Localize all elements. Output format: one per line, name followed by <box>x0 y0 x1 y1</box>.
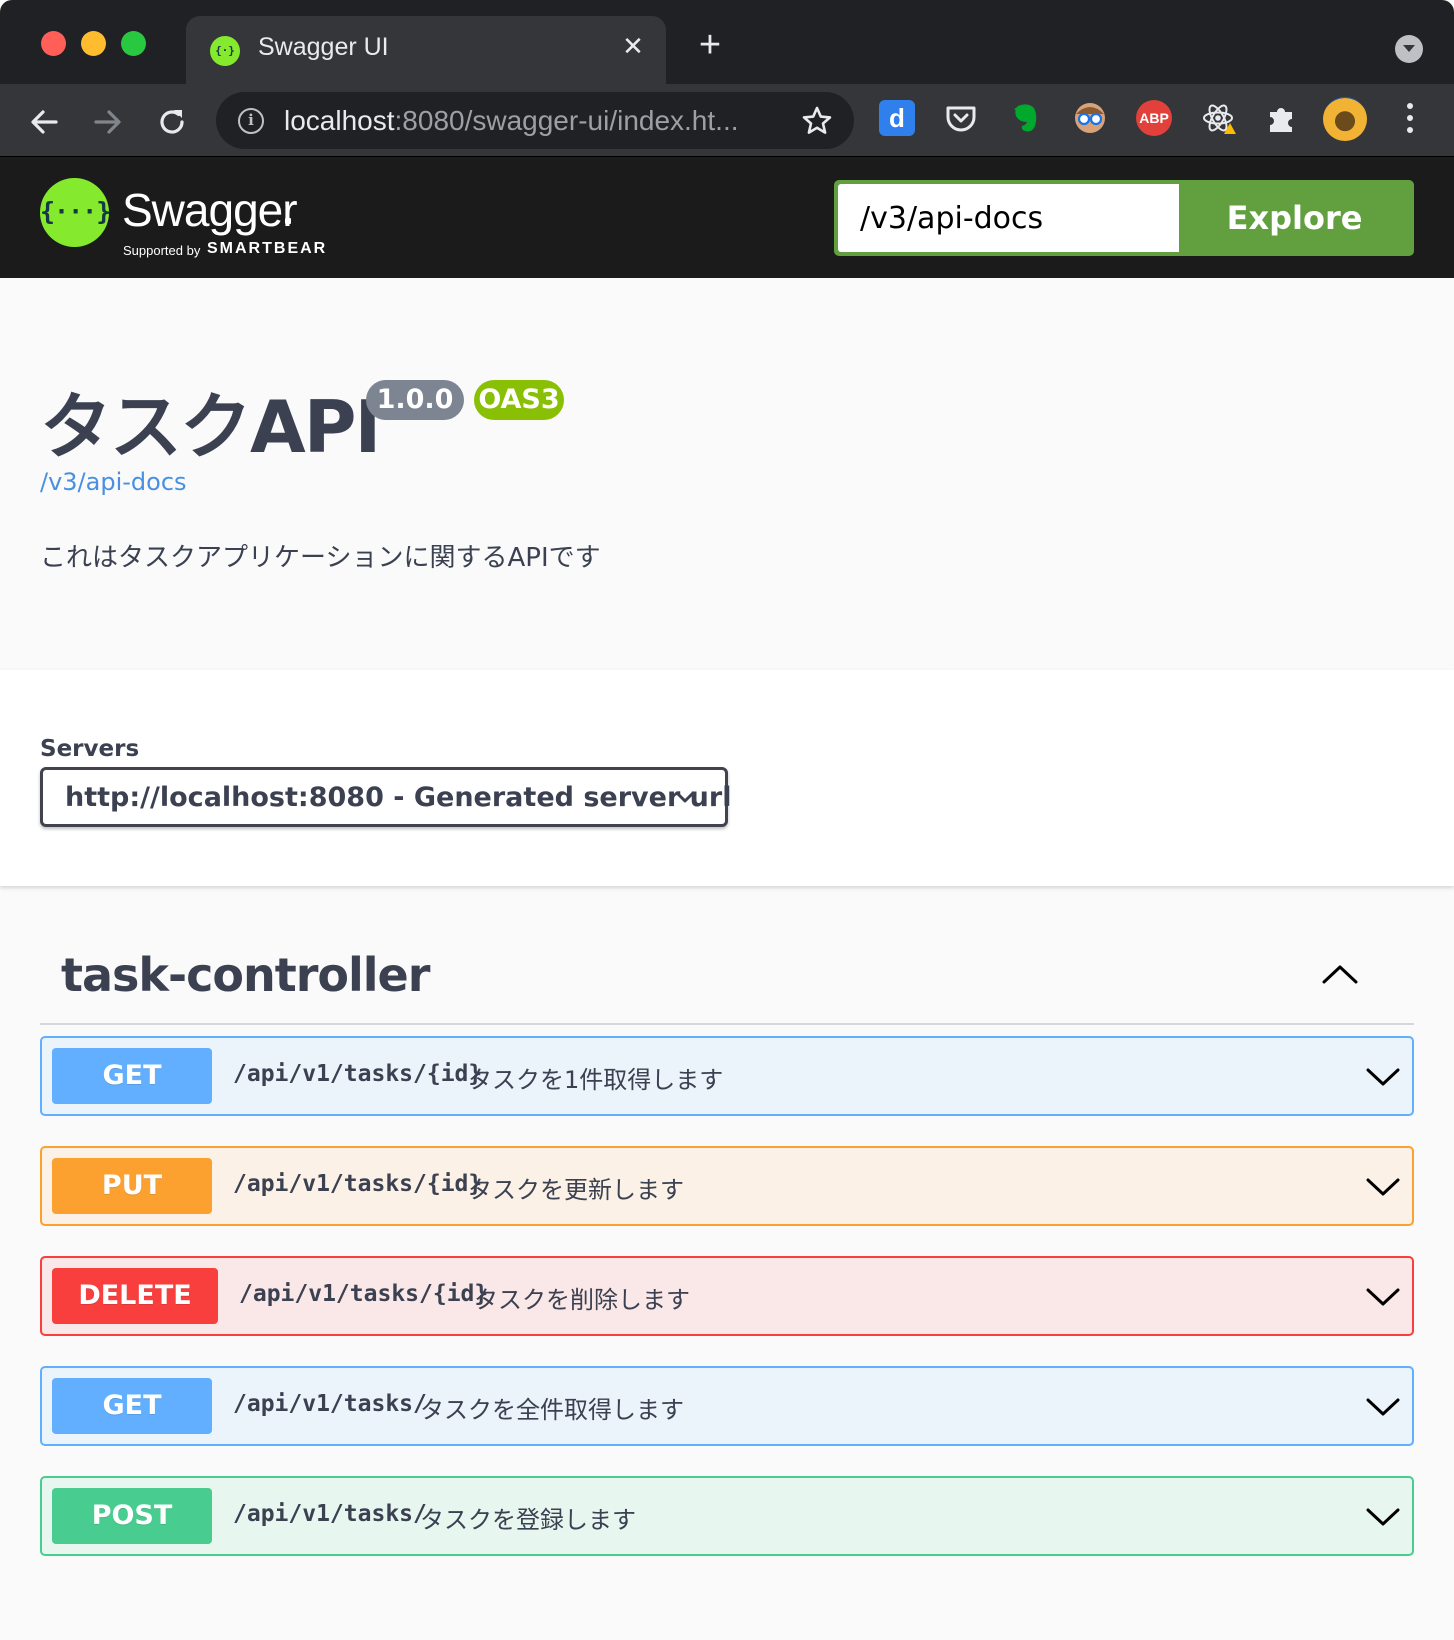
swagger-logo-text: Swagger <box>122 184 298 236</box>
supported-by-text: Supported by <box>123 243 201 258</box>
evernote-icon[interactable] <box>1008 100 1044 136</box>
new-tab-button[interactable]: + <box>690 26 730 67</box>
tab-title: Swagger UI <box>258 33 389 61</box>
explore-form: Explore <box>834 180 1414 256</box>
operation-post-task[interactable]: POST /api/v1/tasks/ タスクを登録します <box>40 1476 1414 1556</box>
elephant-icon <box>1014 104 1037 132</box>
tab-search-button[interactable] <box>1395 35 1423 63</box>
operation-path: /api/v1/tasks/{id} <box>233 1171 483 1197</box>
explore-button[interactable]: Explore <box>1179 184 1410 252</box>
method-badge: POST <box>52 1488 212 1544</box>
extension-d-icon[interactable]: d <box>879 100 915 136</box>
chevron-down-icon <box>1366 1398 1400 1416</box>
pocket-shape-icon <box>946 106 976 132</box>
face-glasses-icon <box>1075 103 1105 133</box>
arrow-right-icon <box>94 110 121 134</box>
minimize-window-button[interactable] <box>81 31 106 56</box>
version-badge: 1.0.0 <box>366 380 464 420</box>
reload-icon <box>160 110 184 134</box>
address-bar-url[interactable]: localhost:8080/swagger-ui/index.ht... <box>284 105 784 137</box>
browser-menu-icon[interactable] <box>1398 100 1422 136</box>
swagger-favicon-icon: {·} <box>210 36 240 66</box>
servers-selected-value: http://localhost:8080 - Generated server… <box>65 782 732 813</box>
tag-name: task-controller <box>61 948 430 1002</box>
arrow-left-icon <box>31 110 58 134</box>
atom-icon <box>1203 104 1236 134</box>
address-bar[interactable]: i localhost:8080/swagger-ui/index.ht... <box>216 92 854 149</box>
method-badge: PUT <box>52 1158 212 1214</box>
servers-label: Servers <box>40 736 140 762</box>
operation-path: /api/v1/tasks/{id} <box>239 1281 489 1307</box>
chevron-down-icon <box>1366 1178 1400 1196</box>
operation-path: /api/v1/tasks/ <box>233 1501 427 1527</box>
tab-strip: {·} Swagger UI ✕ + <box>0 0 1454 84</box>
profile-avatar[interactable] <box>1323 97 1367 141</box>
react-devtools-icon[interactable] <box>1200 100 1236 136</box>
back-button[interactable] <box>24 102 64 142</box>
method-badge: GET <box>52 1378 212 1434</box>
operation-summary: タスクを1件取得します <box>468 1066 724 1094</box>
glasses-icon[interactable] <box>1072 100 1108 136</box>
logo-dot <box>285 218 291 224</box>
site-info-icon[interactable]: i <box>238 108 264 134</box>
operation-summary: タスクを全件取得します <box>420 1396 684 1424</box>
swagger-topbar: {···} Swagger Supported by SMARTBEAR Exp… <box>0 157 1454 278</box>
chevron-down-icon <box>1366 1508 1400 1526</box>
bookmark-star-icon[interactable] <box>801 105 833 137</box>
api-description: これはタスクアプリケーションに関するAPIです <box>40 543 601 573</box>
operation-put-task[interactable]: PUT /api/v1/tasks/{id} タスクを更新します <box>40 1146 1414 1226</box>
scheme-container: Servers http://localhost:8080 - Generate… <box>0 670 1454 886</box>
method-badge: DELETE <box>52 1268 218 1324</box>
extensions-puzzle-icon[interactable] <box>1264 100 1300 136</box>
forward-button[interactable] <box>88 102 128 142</box>
chevron-down-icon <box>1366 1068 1400 1086</box>
browser-window: {·} Swagger UI ✕ + i localhost:8080/swag… <box>0 0 1454 1640</box>
tag-header-task-controller[interactable]: task-controller <box>40 930 1414 1025</box>
chevron-down-icon <box>675 791 695 803</box>
swagger-logo-glyph: {···} <box>40 197 111 226</box>
adblock-plus-icon[interactable]: ABP <box>1136 100 1172 136</box>
maximize-window-button[interactable] <box>121 31 146 56</box>
method-badge: GET <box>52 1048 212 1104</box>
puzzle-icon <box>1270 108 1292 132</box>
chevron-up-icon[interactable] <box>1320 960 1360 990</box>
swagger-logo-icon: {···} <box>40 178 111 247</box>
operation-summary: タスクを更新します <box>468 1176 684 1204</box>
operation-summary: タスクを登録します <box>420 1506 636 1534</box>
operation-get-task-by-id[interactable]: GET /api/v1/tasks/{id} タスクを1件取得します <box>40 1036 1414 1116</box>
operation-summary: タスクを削除します <box>474 1286 690 1314</box>
operation-path: /api/v1/tasks/{id} <box>233 1061 483 1087</box>
chevron-down-icon <box>1366 1288 1400 1306</box>
chevron-down-icon <box>1403 45 1415 52</box>
tab-swagger-ui[interactable]: {·} Swagger UI ✕ <box>186 16 666 84</box>
servers-select[interactable]: http://localhost:8080 - Generated server… <box>40 767 732 827</box>
operation-get-all-tasks[interactable]: GET /api/v1/tasks/ タスクを全件取得します <box>40 1366 1414 1446</box>
api-title: タスクAPI <box>40 385 381 469</box>
spec-url-link[interactable]: /v3/api-docs <box>40 468 187 496</box>
pocket-icon[interactable] <box>943 100 979 136</box>
close-window-button[interactable] <box>41 31 66 56</box>
smartbear-text: SMARTBEAR <box>207 240 328 257</box>
tab-close-icon[interactable]: ✕ <box>618 32 648 62</box>
url-host: localhost <box>284 105 395 136</box>
operation-path: /api/v1/tasks/ <box>233 1391 427 1417</box>
reload-button[interactable] <box>152 102 192 142</box>
oas-badge: OAS3 <box>474 380 564 420</box>
operation-delete-task[interactable]: DELETE /api/v1/tasks/{id} タスクを削除します <box>40 1256 1414 1336</box>
spec-url-input[interactable] <box>838 184 1179 252</box>
url-path: :8080/swagger-ui/index.ht... <box>394 105 739 136</box>
